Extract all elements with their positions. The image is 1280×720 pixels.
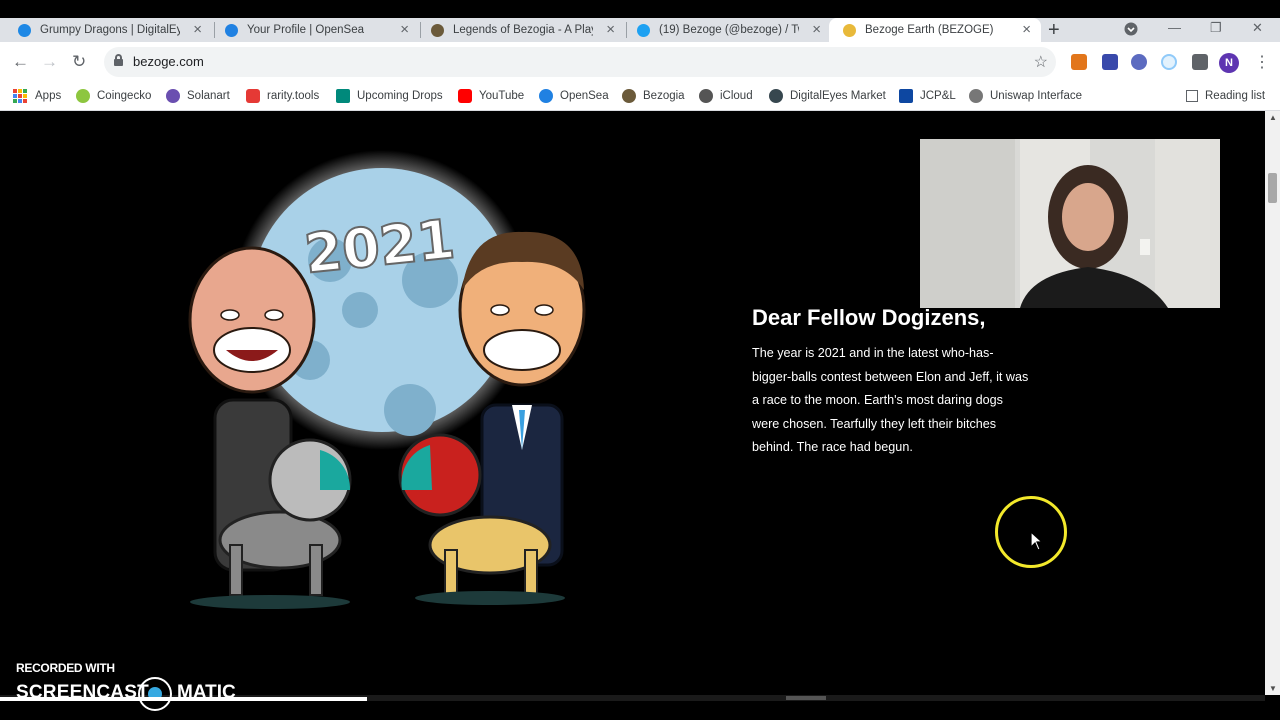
tab-opensea-profile[interactable]: Your Profile | OpenSea × bbox=[207, 18, 419, 42]
close-icon[interactable]: × bbox=[1022, 21, 1031, 38]
menu-kebab-icon[interactable]: ⋮ bbox=[1254, 52, 1270, 72]
bookmark-label: Upcoming Drops bbox=[357, 90, 443, 102]
tab-bezoge-earth[interactable]: Bezoge Earth (BEZOGE) × bbox=[829, 18, 1041, 42]
bezogia-icon bbox=[622, 89, 636, 103]
back-arrow-icon[interactable]: ← bbox=[12, 52, 29, 72]
bookmark-label: rarity.tools bbox=[267, 90, 320, 102]
scrollbar-thumb[interactable] bbox=[786, 696, 826, 700]
bookmark-label: iCloud bbox=[720, 90, 753, 102]
bookmarks-bar: Apps Coingecko Solanart rarity.tools Upc… bbox=[0, 82, 1280, 111]
forward-arrow-icon[interactable]: → bbox=[41, 52, 58, 72]
bookmark-label: OpenSea bbox=[560, 90, 609, 102]
bookmark-label: JCP&L bbox=[920, 90, 956, 102]
browser-toolbar: ← → ↻ bezoge.com ☆ N ⋮ bbox=[0, 42, 1280, 82]
tab-twitter-bezoge[interactable]: (19) Bezoge (@bezoge) / Twi × bbox=[619, 18, 831, 42]
reading-list-label: Reading list bbox=[1205, 90, 1266, 102]
bookmark-label: Solanart bbox=[187, 90, 230, 102]
twitter-icon bbox=[637, 24, 650, 37]
rarity-tools-icon bbox=[246, 89, 260, 103]
reading-list-button[interactable]: Reading list bbox=[1186, 86, 1265, 106]
window-close-icon[interactable]: ✕ bbox=[1252, 20, 1263, 36]
screen: Grumpy Dragons | DigitalEyes × Your Prof… bbox=[0, 0, 1280, 720]
bookmark-apps[interactable]: Apps bbox=[13, 86, 61, 106]
extension-icon[interactable] bbox=[1102, 54, 1118, 70]
bookmark-digitaleyes-market[interactable]: DigitalEyes Market bbox=[769, 86, 886, 106]
screencast-watermark: RECORDED WITH SCREENCAST MATIC bbox=[16, 661, 246, 711]
bookmark-solanart[interactable]: Solanart bbox=[166, 86, 230, 106]
bookmark-label: Coingecko bbox=[97, 90, 152, 102]
bookmark-uniswap[interactable]: Uniswap Interface bbox=[969, 86, 1082, 106]
minimize-icon[interactable]: — bbox=[1168, 20, 1181, 35]
url-text[interactable]: bezoge.com bbox=[133, 54, 204, 69]
page-heading: Dear Fellow Dogizens, bbox=[752, 305, 986, 330]
profile-avatar[interactable]: N bbox=[1219, 53, 1239, 73]
jcpl-icon bbox=[899, 89, 913, 103]
bookmark-label: YouTube bbox=[479, 90, 525, 102]
screencast-logo-icon bbox=[138, 677, 172, 711]
scroll-up-arrow-icon[interactable]: ▲ bbox=[1269, 113, 1277, 122]
bookmark-youtube[interactable]: YouTube bbox=[458, 86, 524, 106]
coin-icon bbox=[843, 24, 856, 37]
opensea-icon bbox=[539, 89, 553, 103]
extension-icon[interactable] bbox=[1161, 54, 1177, 70]
tab-strip: Grumpy Dragons | DigitalEyes × Your Prof… bbox=[0, 0, 1280, 42]
coingecko-icon bbox=[76, 89, 90, 103]
bookmark-bezogia[interactable]: Bezogia bbox=[622, 86, 685, 106]
bookmark-rarity-tools[interactable]: rarity.tools bbox=[246, 86, 319, 106]
opensea-icon bbox=[225, 24, 238, 37]
digitaleyes-icon bbox=[18, 24, 31, 37]
close-icon[interactable]: × bbox=[812, 21, 821, 38]
bookmark-label: Uniswap Interface bbox=[990, 90, 1083, 102]
apple-icon bbox=[699, 89, 713, 103]
upcoming-drops-icon bbox=[336, 89, 350, 103]
bookmark-label: Apps bbox=[35, 90, 62, 102]
story-paragraph: The year is 2021 and in the latest who-h… bbox=[752, 346, 1029, 454]
scroll-down-arrow-icon[interactable]: ▼ bbox=[1269, 684, 1277, 693]
digitaleyes-icon bbox=[769, 89, 783, 103]
recording-progress-bar bbox=[0, 697, 367, 701]
restore-icon[interactable]: ❐ bbox=[1210, 20, 1222, 36]
title-bar bbox=[0, 0, 1280, 18]
youtube-icon bbox=[458, 89, 472, 103]
bookmark-label: DigitalEyes Market bbox=[790, 90, 886, 102]
vertical-scrollbar[interactable]: ▲ ▼ bbox=[1265, 111, 1280, 695]
close-icon[interactable]: × bbox=[606, 21, 615, 38]
close-icon[interactable]: × bbox=[193, 21, 202, 38]
tab-title: Grumpy Dragons | DigitalEyes bbox=[40, 24, 180, 36]
bookmark-star-icon[interactable]: ☆ bbox=[1034, 52, 1048, 72]
recorded-with-label: RECORDED WITH bbox=[16, 661, 115, 675]
tab-title: (19) Bezoge (@bezoge) / Twi bbox=[659, 24, 799, 36]
bookmark-coingecko[interactable]: Coingecko bbox=[76, 86, 151, 106]
apps-grid-icon bbox=[13, 89, 27, 103]
scrollbar-thumb[interactable] bbox=[1268, 173, 1277, 203]
reading-list-icon bbox=[1186, 90, 1198, 102]
tab-search-icon[interactable] bbox=[1124, 22, 1138, 39]
solanart-icon bbox=[166, 89, 180, 103]
tab-legends-of-bezogia[interactable]: Legends of Bezogia - A Play × bbox=[413, 18, 625, 42]
tab-title: Bezoge Earth (BEZOGE) bbox=[865, 24, 994, 36]
tab-title: Your Profile | OpenSea bbox=[247, 24, 364, 36]
tab-grumpy-dragons[interactable]: Grumpy Dragons | DigitalEyes × bbox=[0, 18, 212, 42]
new-tab-button[interactable]: + bbox=[1048, 18, 1060, 42]
lock-icon bbox=[114, 54, 123, 66]
uniswap-icon bbox=[969, 89, 983, 103]
bookmark-opensea[interactable]: OpenSea bbox=[539, 86, 609, 106]
bookmark-icloud[interactable]: iCloud bbox=[699, 86, 753, 106]
extension-icon[interactable] bbox=[1131, 54, 1147, 70]
mouse-pointer-icon bbox=[1030, 531, 1044, 551]
bookmark-jcpl[interactable]: JCP&L bbox=[899, 86, 956, 106]
moon-race-illustration: 2021 bbox=[188, 150, 586, 609]
close-icon[interactable]: × bbox=[400, 21, 409, 38]
address-bar[interactable]: bezoge.com ☆ bbox=[104, 47, 1056, 77]
bookmark-upcoming-drops[interactable]: Upcoming Drops bbox=[336, 86, 443, 106]
puzzle-extensions-icon[interactable] bbox=[1192, 54, 1208, 70]
tab-title: Legends of Bezogia - A Play bbox=[453, 24, 593, 36]
reload-icon[interactable]: ↻ bbox=[72, 52, 86, 72]
bookmark-label: Bezogia bbox=[643, 90, 685, 102]
metamask-icon[interactable] bbox=[1071, 54, 1087, 70]
webcam-overlay bbox=[920, 139, 1220, 308]
bezogia-icon bbox=[431, 24, 444, 37]
